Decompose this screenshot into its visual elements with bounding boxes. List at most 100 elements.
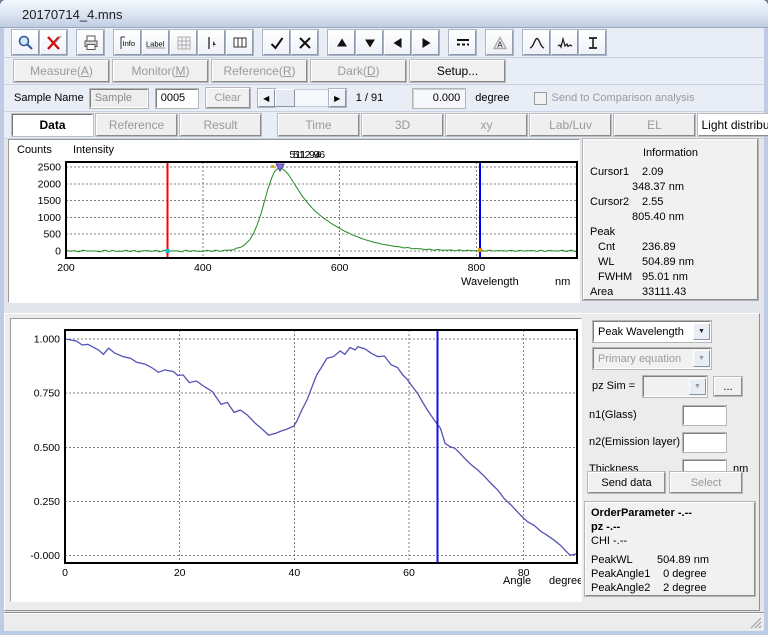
list-view-button[interactable] <box>449 30 476 55</box>
tab-light-distributi[interactable]: Light distributi <box>698 114 768 136</box>
scrollbar-thumb[interactable] <box>275 89 295 107</box>
svg-text:0.500: 0.500 <box>34 442 60 454</box>
sample-name-label: Sample Name <box>14 92 84 104</box>
equation-combo-value: Primary equation <box>598 353 681 365</box>
tab-el: EL <box>614 114 695 136</box>
info-row: 348.37 nm <box>590 180 751 195</box>
svg-text:500: 500 <box>43 229 61 241</box>
raw-curve-button[interactable] <box>551 30 578 55</box>
measure-tab-setup-[interactable]: Setup... <box>410 60 505 82</box>
app-window: 20170714_4.mns InfoLabelA Measure(A)Moni… <box>0 0 768 635</box>
comparison-checkbox-label: Send to Comparison analysis <box>552 92 695 104</box>
window-title: 20170714_4.mns <box>22 7 122 22</box>
spectrum-chart: 05001000150020002500200400600800CountsIn… <box>9 140 579 302</box>
svg-text:1500: 1500 <box>38 195 62 207</box>
arrow-down-icon <box>361 34 379 52</box>
svg-text:512.96: 512.96 <box>293 149 325 161</box>
scroll-left-button[interactable]: ◀ <box>258 89 275 107</box>
send-data-button[interactable]: Send data <box>588 472 665 493</box>
print-button[interactable] <box>77 30 104 55</box>
peak-wavelength-combo[interactable]: Peak Wavelength ▼ <box>593 321 711 342</box>
n1-input[interactable] <box>683 406 726 425</box>
move-down-button[interactable] <box>356 30 383 55</box>
tab-time: Time <box>278 114 359 136</box>
right-arrow-icon: ▶ <box>334 94 340 103</box>
svg-text:20: 20 <box>174 567 186 579</box>
svg-text:Angle: Angle <box>503 575 531 587</box>
clear-button: Clear <box>206 88 250 108</box>
smooth-curve-button[interactable] <box>523 30 550 55</box>
svg-text:2500: 2500 <box>38 162 62 174</box>
svg-text:Intensity: Intensity <box>73 144 114 156</box>
svg-text:0: 0 <box>62 567 68 579</box>
information-title: Information <box>590 147 751 159</box>
svg-text:60: 60 <box>403 567 415 579</box>
chevron-down-icon: ▼ <box>693 323 710 340</box>
pz-sim-combo: ▼ <box>643 376 707 397</box>
info-toggle-button[interactable]: Info <box>114 30 141 55</box>
svg-text:800: 800 <box>468 262 486 274</box>
move-up-button[interactable] <box>328 30 355 55</box>
label-toggle-button[interactable]: Label <box>142 30 169 55</box>
baseline-tool-button[interactable] <box>579 30 606 55</box>
svg-text:Info: Info <box>122 39 135 48</box>
status-bar <box>4 612 764 631</box>
info-row: Cnt236.89 <box>590 240 751 255</box>
sample-name-input[interactable]: Sample <box>90 89 148 108</box>
svg-text:Wavelength: Wavelength <box>461 276 519 288</box>
measure-tab-dark-d-: Dark(D) <box>311 60 406 82</box>
svg-text:40: 40 <box>288 567 300 579</box>
zoom-cancel-button[interactable] <box>40 30 67 55</box>
scrollbar-track[interactable] <box>295 89 329 107</box>
angle-value-field: 0.000 <box>413 89 465 108</box>
reject-button[interactable] <box>291 30 318 55</box>
toolbar: InfoLabelA <box>4 28 764 58</box>
noisy-curve-icon <box>556 34 574 52</box>
magnifier-icon <box>17 34 35 52</box>
zoom-button[interactable] <box>12 30 39 55</box>
sample-number-input[interactable]: 0005 <box>156 89 198 108</box>
chi-line: CHI -.-- <box>591 534 749 548</box>
columns-view-button[interactable] <box>226 30 253 55</box>
svg-text:200: 200 <box>57 262 75 274</box>
information-panel: Information Cursor12.09348.37 nmCursor22… <box>583 139 758 300</box>
data-tab-row: DataReferenceResultTime3DxyLab/LuvELLigh… <box>4 112 764 139</box>
grid-toggle-button <box>170 30 197 55</box>
n1-label: n1(Glass) <box>589 409 637 421</box>
chevron-down-icon: ▼ <box>693 350 710 367</box>
record-index: 1 / 91 <box>356 92 384 104</box>
svg-text:2000: 2000 <box>38 178 62 190</box>
browse-button[interactable]: ... <box>714 377 742 396</box>
tab-lab-luv: Lab/Luv <box>530 114 611 136</box>
info-row: Cursor22.55 <box>590 195 751 210</box>
pz-line: pz -.-- <box>591 520 749 534</box>
tab-data[interactable]: Data <box>12 114 93 136</box>
cursor-tool-button[interactable] <box>198 30 225 55</box>
svg-text:-0.000: -0.000 <box>30 550 60 562</box>
tab-3d: 3D <box>362 114 443 136</box>
svg-text:1000: 1000 <box>38 212 62 224</box>
move-left-button[interactable] <box>384 30 411 55</box>
curve-icon <box>528 34 546 52</box>
arrow-up-icon <box>333 34 351 52</box>
comparison-checkbox[interactable] <box>534 92 547 105</box>
svg-text:nm: nm <box>555 276 570 288</box>
grid-icon <box>175 34 193 52</box>
n2-label: n2(Emission layer) <box>589 436 680 448</box>
measure-button-row: Measure(A)Monitor(M)Reference(R)Dark(D)S… <box>4 58 764 85</box>
svg-text:Label: Label <box>146 39 165 48</box>
accept-button[interactable] <box>263 30 290 55</box>
resize-grip[interactable] <box>749 616 762 629</box>
n2-input[interactable] <box>683 433 726 452</box>
title-bar[interactable]: 20170714_4.mns <box>0 0 768 28</box>
svg-text:600: 600 <box>331 262 349 274</box>
move-right-button[interactable] <box>412 30 439 55</box>
measure-tab-monitor-m-: Monitor(M) <box>113 60 208 82</box>
scroll-right-button[interactable]: ▶ <box>329 89 346 107</box>
measure-tab-measure-a-: Measure(A) <box>14 60 109 82</box>
tab-xy: xy <box>446 114 527 136</box>
ibeam-icon <box>584 34 602 52</box>
info-row: WL504.89 nm <box>590 255 751 270</box>
record-scrollbar: ◀ ▶ <box>258 89 346 107</box>
angle-unit-label: degree <box>475 92 509 104</box>
